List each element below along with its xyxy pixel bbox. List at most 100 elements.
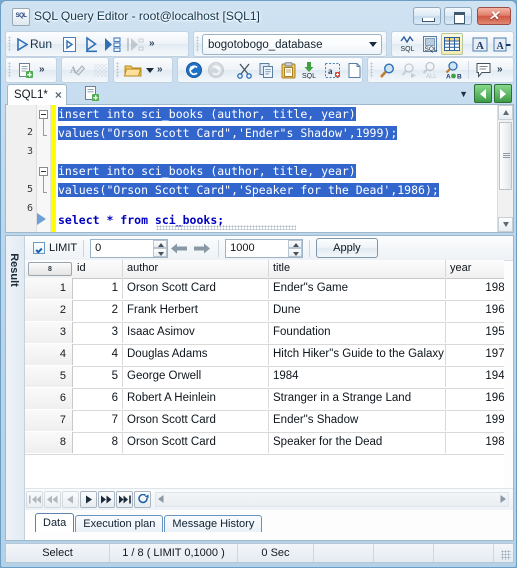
cell-id[interactable]: 6 <box>73 388 123 409</box>
select-all-button[interactable]: a <box>321 59 343 81</box>
limit-next-button[interactable] <box>190 238 212 258</box>
limit-prev-button[interactable] <box>168 238 190 258</box>
cell-year[interactable]: 1986 <box>446 432 504 453</box>
cell-title[interactable]: Stranger in a Strange Land <box>269 388 446 409</box>
scrollbar-thumb[interactable] <box>499 122 512 190</box>
cell-id[interactable]: 2 <box>73 300 123 321</box>
open-file-button[interactable] <box>122 59 144 81</box>
last-record-button[interactable] <box>116 491 133 508</box>
cell-id[interactable]: 5 <box>73 366 123 387</box>
sql-editor[interactable]: 2 3 5 6 insert into sci_books (author, t… <box>5 105 514 233</box>
table-row[interactable]: 2 2 Frank Herbert Dune 1965 <box>25 300 504 323</box>
column-header-year[interactable]: year <box>446 260 504 277</box>
cell-title[interactable]: 1984 <box>269 366 446 387</box>
open-overflow-chevron[interactable]: » <box>154 59 166 81</box>
toolbar-grip[interactable] <box>196 36 199 52</box>
cell-year[interactable]: 1961 <box>446 388 504 409</box>
row-header[interactable]: 3 <box>25 322 73 343</box>
find-all-button[interactable]: ALL <box>420 59 442 81</box>
cell-year[interactable]: 1951 <box>446 322 504 343</box>
cell-id[interactable]: 4 <box>73 344 123 365</box>
row-header[interactable]: 2 <box>25 300 73 321</box>
scroll-down-button[interactable] <box>498 217 513 232</box>
tab-prev-button[interactable] <box>474 84 492 103</box>
database-select[interactable]: bogotobogo_database <box>202 34 382 55</box>
blank-document-button[interactable] <box>343 59 365 81</box>
cell-author[interactable]: Orson Scott Card <box>123 432 269 453</box>
tab-data[interactable]: Data <box>35 513 75 532</box>
find-next-button[interactable] <box>398 59 420 81</box>
table-row[interactable]: 4 4 Douglas Adams Hitch Hiker"s Guide to… <box>25 344 504 367</box>
limit-checkbox[interactable] <box>33 242 45 254</box>
cell-author[interactable]: Isaac Asimov <box>123 322 269 343</box>
find-overflow-chevron[interactable]: » <box>494 59 506 81</box>
cell-year[interactable]: 1949 <box>446 366 504 387</box>
first-record-button[interactable] <box>26 491 43 508</box>
editor-vertical-scrollbar[interactable] <box>497 105 513 232</box>
cell-author[interactable]: Orson Scott Card <box>123 410 269 431</box>
prev-record-button[interactable] <box>62 491 79 508</box>
cell-author[interactable]: George Orwell <box>123 366 269 387</box>
cell-id[interactable]: 8 <box>73 432 123 453</box>
prev-page-button[interactable] <box>44 491 61 508</box>
cell-author[interactable]: Frank Herbert <box>123 300 269 321</box>
limit-count-stepper[interactable] <box>288 239 303 257</box>
row-header[interactable]: 5 <box>25 366 73 387</box>
limit-offset-input[interactable]: 0 <box>90 238 169 258</box>
apply-button[interactable]: Apply <box>316 238 378 258</box>
edit-sql-button[interactable]: A <box>67 59 89 81</box>
undo-button[interactable] <box>183 59 205 81</box>
scroll-right-arrow-icon[interactable] <box>500 494 506 506</box>
comment-button[interactable] <box>472 59 494 81</box>
cell-title[interactable]: Foundation <box>269 322 446 343</box>
cell-year[interactable]: 1985 <box>446 278 504 299</box>
grid-view-button[interactable] <box>441 33 463 55</box>
cell-title[interactable]: Ender"s Shadow <box>269 410 446 431</box>
toolbar-overflow-chevron[interactable]: » <box>146 33 158 55</box>
table-row[interactable]: 8 8 Orson Scott Card Speaker for the Dea… <box>25 432 504 455</box>
table-row[interactable]: 1 1 Orson Scott Card Ender"s Game 1985 <box>25 278 504 301</box>
fold-toggle-icon[interactable] <box>39 167 48 176</box>
new-query-button[interactable] <box>14 59 36 81</box>
cell-title[interactable]: Hitch Hiker"s Guide to the Galaxy <box>269 344 446 365</box>
run-all-queries-button[interactable] <box>102 33 124 55</box>
sql-document-button[interactable]: SQL <box>419 33 441 55</box>
limit-offset-stepper[interactable] <box>153 239 168 257</box>
table-row[interactable]: 7 7 Orson Scott Card Ender"s Shadow 1999 <box>25 410 504 433</box>
row-header[interactable]: 1 <box>25 278 73 299</box>
limit-count-input[interactable]: 1000 <box>225 238 304 258</box>
find-button[interactable] <box>376 59 398 81</box>
refresh-button[interactable] <box>134 491 151 508</box>
scroll-left-arrow-icon[interactable] <box>158 494 164 506</box>
next-record-button[interactable] <box>80 491 97 508</box>
insert-sql-button[interactable]: SQL <box>299 59 321 81</box>
toolbar-grip[interactable] <box>8 36 11 52</box>
close-button[interactable]: ✕ <box>477 7 511 25</box>
tab-list-dropdown-icon[interactable]: ▼ <box>459 89 468 99</box>
cell-year[interactable]: 1999 <box>446 410 504 431</box>
font-increase-button[interactable]: A <box>469 33 491 55</box>
column-header-author[interactable]: author <box>123 260 269 277</box>
column-header-title[interactable]: title <box>269 260 446 277</box>
tab-next-button[interactable] <box>494 84 512 103</box>
fold-toggle-icon[interactable] <box>39 110 48 119</box>
format-sql-button[interactable]: SQL <box>397 33 419 55</box>
cell-author[interactable]: Robert A Heinlein <box>123 388 269 409</box>
sql-code-text[interactable]: insert into sci_books (author, title, ye… <box>58 105 496 232</box>
redo-button[interactable] <box>205 59 227 81</box>
row-header[interactable]: 6 <box>25 388 73 409</box>
tab-execution-plan[interactable]: Execution plan <box>75 515 164 532</box>
table-row[interactable]: 6 6 Robert A Heinlein Stranger in a Stra… <box>25 388 504 411</box>
cut-button[interactable] <box>233 59 255 81</box>
cell-title[interactable]: Dune <box>269 300 446 321</box>
paste-button[interactable] <box>277 59 299 81</box>
cell-year[interactable]: 1965 <box>446 300 504 321</box>
grid-horizontal-scrollbar[interactable] <box>155 492 509 507</box>
resize-grip[interactable] <box>501 550 511 560</box>
replace-button[interactable]: A B <box>442 59 465 81</box>
run-to-cursor-button[interactable] <box>80 33 102 55</box>
cell-title[interactable]: Speaker for the Dead <box>269 432 446 453</box>
run-button[interactable]: Run <box>14 33 58 55</box>
toolbar-grip[interactable] <box>370 62 373 78</box>
maximize-button[interactable] <box>444 7 472 25</box>
